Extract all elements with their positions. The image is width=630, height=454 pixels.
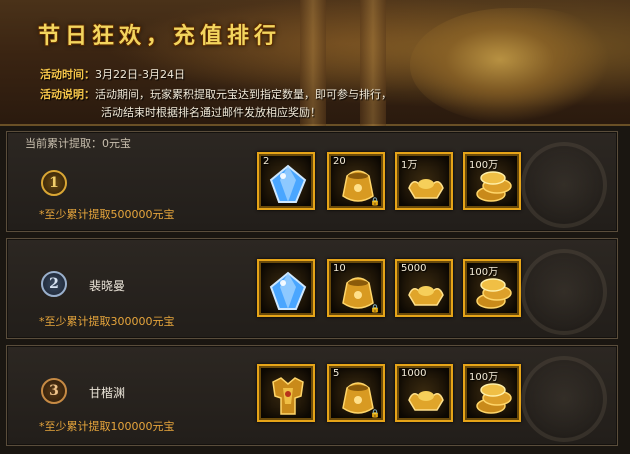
event-description-line1: 活动期间，玩家累积提取元宝达到指定数量，即可参与排行， [95, 88, 392, 101]
blue-gem-icon [269, 164, 307, 203]
event-time-label: 活动时间： [40, 68, 95, 81]
rank-badge-2: 2 [41, 271, 67, 297]
event-description-line2: 活动结束时根据排名通过邮件发放相应奖励！ [101, 106, 321, 119]
reward-slot[interactable] [257, 364, 315, 422]
reward-slot[interactable]: 1000 [395, 364, 453, 422]
gold-armor-icon [272, 377, 304, 415]
reward-slot[interactable]: 2 [257, 152, 315, 210]
rank-requirement: *至少累计提取500000元宝 [39, 208, 175, 221]
event-description-label: 活动说明： [40, 88, 95, 101]
gold-ingot-icon [408, 286, 444, 306]
gold-coins-icon [476, 278, 512, 309]
reward-slot[interactable]: 10 🔒 [327, 259, 385, 317]
rank-badge-3: 3 [41, 378, 67, 404]
rank-panel-3: 3 甘楷渊 *至少累计提取100000元宝 5 🔒 1000 100万 [6, 345, 618, 446]
event-time-value: 3月22日-3月24日 [95, 68, 185, 81]
gold-ingot-icon [408, 179, 444, 199]
reward-slot[interactable]: 100万 [463, 152, 521, 210]
reward-slot[interactable]: 1万 [395, 152, 453, 210]
event-title: 节日狂欢，充值排行 [38, 23, 282, 49]
reward-slot[interactable]: 100万 [463, 364, 521, 422]
reward-slot[interactable]: 5 🔒 [327, 364, 385, 422]
bound-lock-icon: 🔒 [370, 409, 380, 418]
gold-ingot-icon [408, 391, 444, 411]
dragon-statue-image [410, 8, 610, 123]
gold-coins-icon [476, 171, 512, 202]
rank-player-name: 甘楷渊 [89, 386, 126, 400]
rank-requirement: *至少累计提取300000元宝 [39, 315, 175, 328]
current-extraction: 当前累计提取：0元宝 [25, 137, 131, 150]
rank-panel-2: 2 裴晓曼 *至少累计提取300000元宝 10 🔒 5000 100万 [6, 238, 618, 339]
rank-panel-1: 当前累计提取：0元宝 1 *至少累计提取500000元宝 2 20 🔒 1万 1… [6, 131, 618, 232]
bound-lock-icon: 🔒 [370, 197, 380, 206]
gold-coins-icon [476, 383, 512, 414]
pillar-decoration [360, 0, 386, 126]
event-description: 活动说明：活动期间，玩家累积提取元宝达到指定数量，即可参与排行， [40, 86, 392, 102]
rank-player-name: 裴晓曼 [89, 279, 126, 293]
event-banner: 节日狂欢，充值排行 活动时间：3月22日-3月24日 活动说明：活动期间，玩家累… [0, 0, 630, 126]
reward-slot[interactable]: 20 🔒 [327, 152, 385, 210]
reward-slot[interactable]: 100万 [463, 259, 521, 317]
rank-requirement: *至少累计提取100000元宝 [39, 420, 175, 433]
event-time: 活动时间：3月22日-3月24日 [40, 66, 185, 82]
rank-badge-1: 1 [41, 170, 67, 196]
blue-gem-icon [269, 271, 307, 310]
reward-slot[interactable]: 5000 [395, 259, 453, 317]
bound-lock-icon: 🔒 [370, 304, 380, 313]
reward-slot[interactable] [257, 259, 315, 317]
